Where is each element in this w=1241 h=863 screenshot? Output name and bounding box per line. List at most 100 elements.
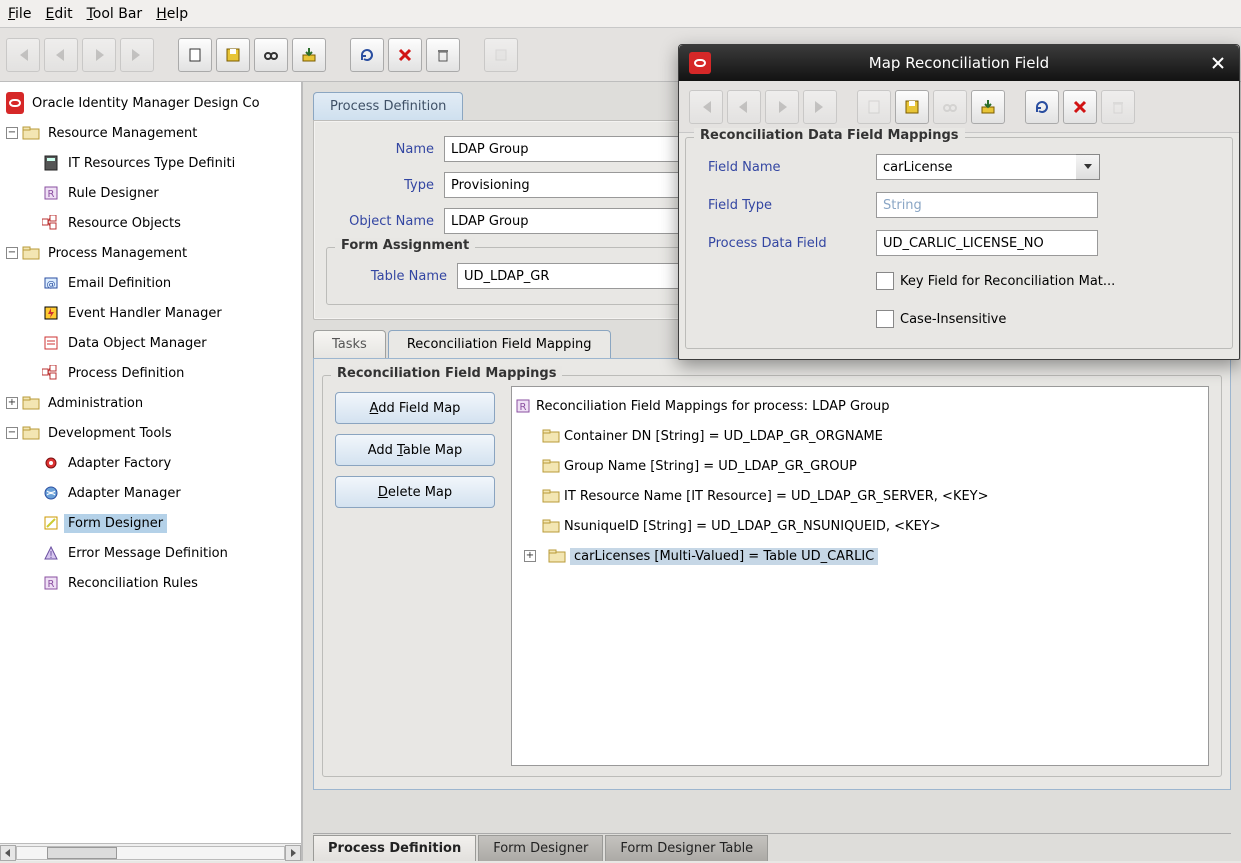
map-reconciliation-field-dialog: Map Reconciliation Field (678, 44, 1240, 360)
folder-icon (22, 424, 40, 442)
tree-recon-rules[interactable]: R Reconciliation Rules (2, 568, 301, 598)
rule-icon: R (514, 397, 532, 415)
recon-tree-root[interactable]: R Reconciliation Field Mappings for proc… (514, 391, 1206, 421)
import-button[interactable] (971, 90, 1005, 124)
nav-first-button[interactable] (6, 38, 40, 72)
menu-help[interactable]: Help (156, 6, 188, 22)
recon-tree-label: Group Name [String] = UD_LDAP_GR_GROUP (564, 459, 857, 474)
recon-tree-item[interactable]: NsuniqueID [String] = UD_LDAP_GR_NSUNIQU… (514, 511, 1206, 541)
svg-text:!: ! (49, 550, 53, 561)
tree-process-mgmt[interactable]: − Process Management (2, 238, 301, 268)
menu-bar: File Edit Tool Bar Help (0, 0, 1241, 28)
tree-label: Process Definition (64, 364, 188, 383)
form-icon (42, 514, 60, 532)
tree-resource-objects[interactable]: Resource Objects (2, 208, 301, 238)
case-insensitive-label: Case-Insensitive (900, 312, 1006, 327)
tree-email-def[interactable]: @ Email Definition (2, 268, 301, 298)
recon-tree-label: Container DN [String] = UD_LDAP_GR_ORGNA… (564, 429, 883, 444)
tab-process-definition[interactable]: Process Definition (313, 92, 463, 120)
bottom-tab-form-designer-table[interactable]: Form Designer Table (605, 835, 768, 861)
recon-tree-item[interactable]: IT Resource Name [IT Resource] = UD_LDAP… (514, 481, 1206, 511)
field-name-combo[interactable] (876, 154, 1076, 180)
case-insensitive-checkbox[interactable] (876, 310, 894, 328)
expand-icon[interactable]: + (6, 397, 18, 409)
scrollbar-thumb[interactable] (47, 847, 117, 859)
menu-edit[interactable]: Edit (45, 6, 72, 22)
save-button[interactable] (216, 38, 250, 72)
tree-form-designer[interactable]: Form Designer (2, 508, 301, 538)
tree-data-object-mgr[interactable]: Data Object Manager (2, 328, 301, 358)
dropdown-button[interactable] (1076, 154, 1100, 180)
notes-button[interactable] (484, 38, 518, 72)
refresh-button[interactable] (1025, 90, 1059, 124)
collapse-icon[interactable]: − (6, 427, 18, 439)
bottom-tab-form-designer[interactable]: Form Designer (478, 835, 603, 861)
tree-error-msg-def[interactable]: ! Error Message Definition (2, 538, 301, 568)
tree-process-def[interactable]: Process Definition (2, 358, 301, 388)
recon-mappings-tree[interactable]: R Reconciliation Field Mappings for proc… (511, 386, 1209, 766)
import-button[interactable] (292, 38, 326, 72)
nav-first-button[interactable] (689, 90, 723, 124)
save-button[interactable] (895, 90, 929, 124)
trash-button[interactable] (426, 38, 460, 72)
menu-file[interactable]: File (8, 6, 31, 22)
folder-icon (542, 457, 560, 475)
scroll-left-icon[interactable] (0, 845, 16, 861)
find-binoculars-button[interactable] (254, 38, 288, 72)
tree-it-resources-type[interactable]: IT Resources Type Definiti (2, 148, 301, 178)
recon-tree-item[interactable]: Container DN [String] = UD_LDAP_GR_ORGNA… (514, 421, 1206, 451)
key-field-checkbox[interactable] (876, 272, 894, 290)
dialog-toolbar (679, 81, 1239, 133)
add-field-map-button[interactable]: Add Field Map (335, 392, 495, 424)
recon-tree-item-selected[interactable]: + carLicenses [Multi-Valued] = Table UD_… (514, 541, 1206, 571)
tree-resource-mgmt[interactable]: − Resource Management (2, 118, 301, 148)
folder-icon (548, 547, 566, 565)
close-icon[interactable] (1207, 52, 1229, 74)
scroll-right-icon[interactable] (285, 845, 301, 861)
nav-next-button[interactable] (82, 38, 116, 72)
recon-tree-item[interactable]: Group Name [String] = UD_LDAP_GR_GROUP (514, 451, 1206, 481)
tree-administration[interactable]: + Administration (2, 388, 301, 418)
dialog-title: Map Reconciliation Field (721, 54, 1197, 72)
scrollbar-track[interactable] (16, 846, 285, 860)
field-type-label: Field Type (708, 198, 868, 213)
nav-last-button[interactable] (120, 38, 154, 72)
process-data-field-input[interactable] (876, 230, 1098, 256)
add-table-map-button[interactable]: Add Table Map (335, 434, 495, 466)
tree-label: Data Object Manager (64, 334, 211, 353)
type-label: Type (326, 178, 434, 193)
refresh-button[interactable] (350, 38, 384, 72)
tree-event-handler[interactable]: Event Handler Manager (2, 298, 301, 328)
tree-rule-designer[interactable]: R Rule Designer (2, 178, 301, 208)
tab-recon-field-mapping[interactable]: Reconciliation Field Mapping (388, 330, 611, 358)
nav-last-button[interactable] (803, 90, 837, 124)
folder-icon (22, 124, 40, 142)
delete-x-button[interactable] (388, 38, 422, 72)
new-button[interactable] (178, 38, 212, 72)
collapse-icon[interactable]: − (6, 247, 18, 259)
name-label: Name (326, 142, 434, 157)
tree-label: Email Definition (64, 274, 175, 293)
tab-tasks[interactable]: Tasks (313, 330, 386, 358)
tree-dev-tools[interactable]: − Development Tools (2, 418, 301, 448)
objects-icon (42, 364, 60, 382)
trash-button[interactable] (1101, 90, 1135, 124)
nav-prev-button[interactable] (727, 90, 761, 124)
menu-toolbar[interactable]: Tool Bar (87, 6, 143, 22)
collapse-icon[interactable]: − (6, 127, 18, 139)
dialog-titlebar[interactable]: Map Reconciliation Field (679, 45, 1239, 81)
horizontal-scrollbar[interactable] (0, 843, 301, 861)
new-button[interactable] (857, 90, 891, 124)
find-binoculars-button[interactable] (933, 90, 967, 124)
delete-map-button[interactable]: Delete Map (335, 476, 495, 508)
tree-adapter-manager[interactable]: Adapter Manager (2, 478, 301, 508)
bottom-tab-process-definition[interactable]: Process Definition (313, 835, 476, 861)
navigator-tree[interactable]: Oracle Identity Manager Design Co − Reso… (0, 82, 301, 843)
tree-root[interactable]: Oracle Identity Manager Design Co (2, 88, 301, 118)
nav-next-button[interactable] (765, 90, 799, 124)
expand-icon[interactable]: + (524, 550, 536, 562)
nav-prev-button[interactable] (44, 38, 78, 72)
delete-x-button[interactable] (1063, 90, 1097, 124)
table-name-label: Table Name (339, 269, 447, 284)
tree-adapter-factory[interactable]: Adapter Factory (2, 448, 301, 478)
